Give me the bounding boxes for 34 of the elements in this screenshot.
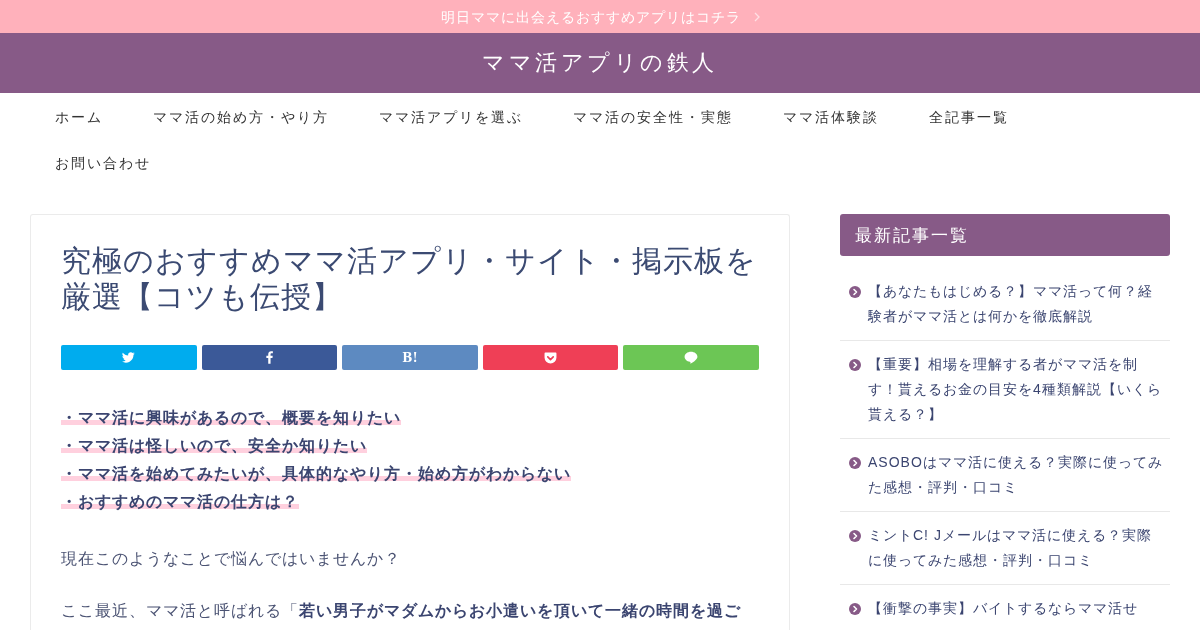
article-title: 究極のおすすめママ活アプリ・サイト・掲示板を厳選【コツも伝授】 — [61, 243, 758, 315]
chevron-circle-icon — [849, 358, 861, 371]
checklist-item: ・ママ活を始めてみたいが、具体的なやり方・始め方がわからない — [61, 465, 571, 482]
line-icon — [684, 351, 699, 364]
nav-link[interactable]: ホーム — [55, 107, 103, 127]
share-button[interactable] — [482, 345, 619, 370]
site-title[interactable]: ママ活アプリの鉄人 — [482, 49, 718, 77]
post-link[interactable]: 【重要】相場を理解する者がママ活を制す！貰えるお金の目安を4種類解説【いくら貰える？】 — [868, 352, 1166, 427]
chevron-circle-icon — [849, 529, 861, 542]
post-link[interactable]: 【あなたもはじめる？】ママ活って何？経験者がママ活とは何かを徹底解説 — [868, 279, 1166, 329]
nav-link[interactable]: 全記事一覧 — [929, 107, 1009, 127]
nav-link[interactable]: ママ活アプリを選ぶ — [379, 107, 523, 127]
chevron-circle-icon — [849, 285, 861, 298]
post-link[interactable]: 【衝撃の事実】バイトするならママ活せ — [868, 596, 1166, 621]
checklist-item: ・ママ活に興味があるので、概要を知りたい — [61, 409, 401, 426]
body-paragraph: 現在このようなことで悩んではいませんか？ — [61, 549, 402, 569]
facebook-icon — [265, 351, 273, 364]
share-button[interactable]: B! — [342, 345, 478, 370]
post-link[interactable]: ミントC! Jメールはママ活に使える？実際に使ってみた感想・評判・口コミ — [868, 523, 1166, 573]
chevron-circle-icon — [849, 602, 861, 615]
checklist-item: ・ママ活は怪しいので、安全か知りたい — [61, 437, 367, 454]
chevron-circle-icon — [849, 456, 861, 469]
post-link[interactable]: ASOBOはママ活に使える？実際に使ってみた感想・評判・口コミ — [868, 450, 1166, 500]
pocket-icon — [544, 351, 558, 364]
widget-heading: 最新記事一覧 — [840, 214, 1170, 256]
chevron-icon — [753, 11, 760, 22]
share-button[interactable] — [201, 345, 338, 370]
body-paragraph: ここ最近、ママ活と呼ばれる「若い男子がマダムからお小遣いを頂いて一緒の時間を過ご — [61, 601, 742, 621]
nav-link[interactable]: ママ活の安全性・実態 — [573, 107, 733, 127]
nav-link[interactable]: ママ活体験談 — [783, 107, 879, 127]
twitter-icon — [122, 352, 136, 363]
checklist-item: ・おすすめのママ活の仕方は？ — [61, 493, 299, 510]
nav-link[interactable]: お問い合わせ — [55, 153, 151, 173]
nav-link[interactable]: ママ活の始め方・やり方 — [153, 107, 329, 127]
